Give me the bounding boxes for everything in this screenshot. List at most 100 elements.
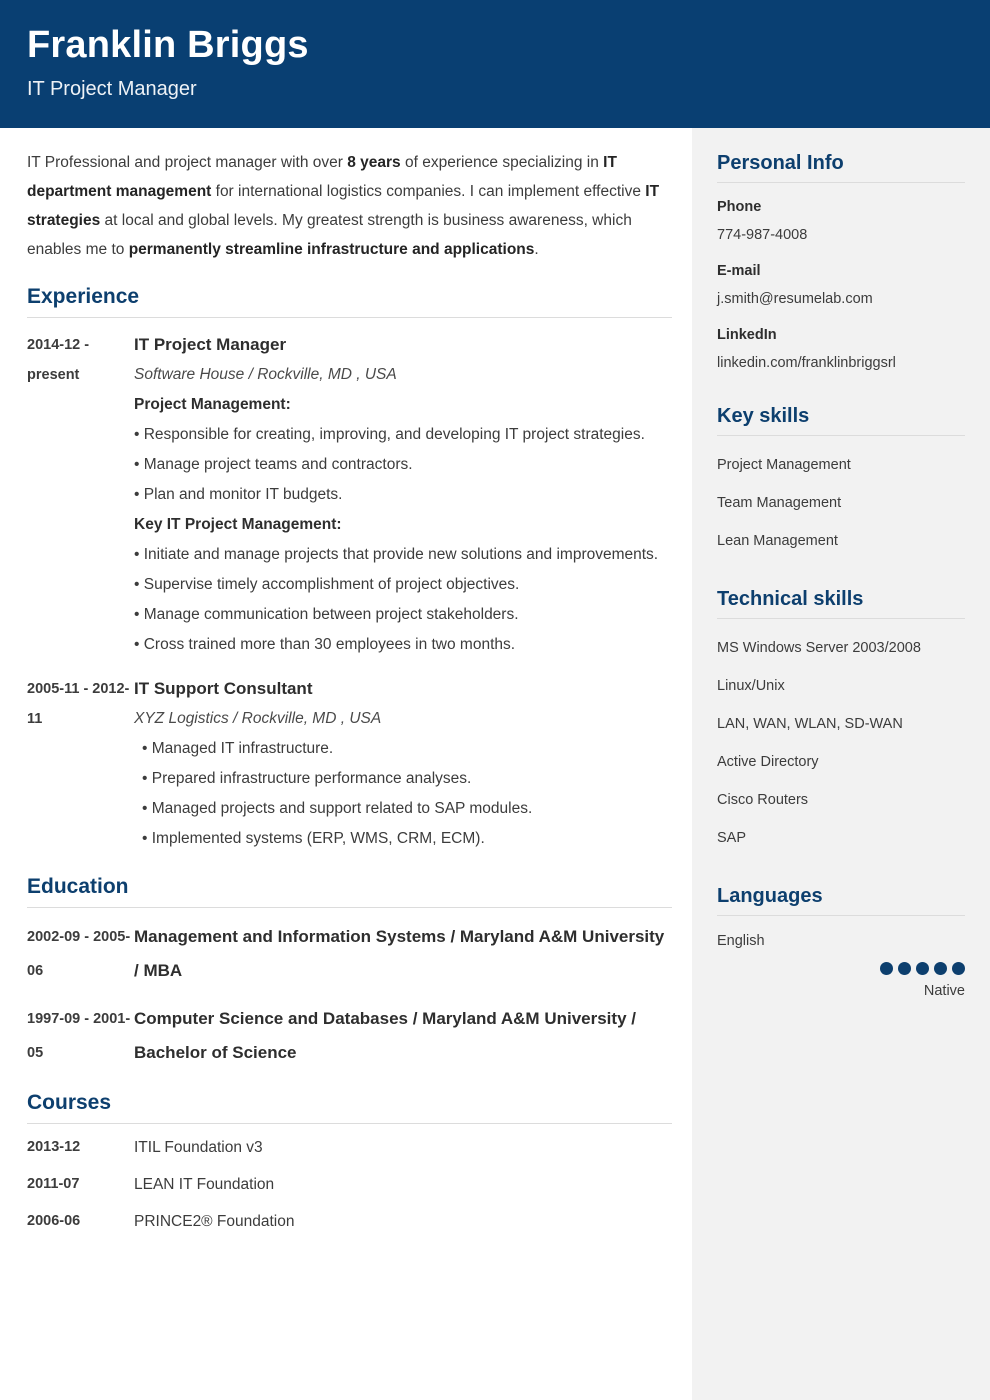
personal-info-field: LinkedIn linkedin.com/franklinbriggsrl — [717, 321, 965, 377]
summary-emphasis: permanently streamline infrastructure an… — [128, 241, 535, 258]
bullet-item: • Managed IT infrastructure. — [142, 740, 334, 757]
language-item: English Native — [717, 926, 965, 1004]
summary-text-run: of experience specializing in — [400, 154, 604, 171]
languages-item-list: English Native — [717, 926, 965, 1004]
entry-date: 1997-09 - 2001-05 — [27, 1011, 131, 1061]
experience-entry-list: 2014-12 - present IT Project Manager Softw… — [27, 330, 672, 854]
entry-date: 2002-09 - 2005-06 — [27, 929, 131, 979]
course-entry: 2006-06 PRINCE2® Foundation — [27, 1210, 672, 1233]
sidebar-divider — [717, 182, 965, 183]
resume-page: Franklin Briggs IT Project Manager IT Pr… — [0, 0, 990, 1400]
entry-body: LEAN IT Foundation — [134, 1173, 672, 1196]
personal-info-value: linkedin.com/franklinbriggsrl — [717, 355, 896, 371]
sidebar-section-languages: Languages English Native — [717, 883, 965, 1004]
key-skill-item: Project Management — [717, 457, 851, 473]
personal-info-field: E-mail j.smith@resumelab.com — [717, 257, 965, 313]
section-courses: Courses 2013-12 ITIL Foundation v3 2011-07… — [27, 1090, 672, 1233]
bullet-item: • Manage project teams and contractors. — [134, 456, 413, 473]
main-column: IT Professional and project manager with… — [0, 128, 692, 1400]
entry-body: Management and Information Systems / Mar… — [134, 920, 672, 988]
entry-body: IT Support Consultant XYZ Logistics / Roc… — [134, 674, 672, 854]
bullet-item: • Cross trained more than 30 employees i… — [134, 636, 516, 653]
resume-header: Franklin Briggs IT Project Manager — [0, 0, 990, 128]
bullet-item: • Supervise timely accomplishment of pro… — [134, 576, 520, 593]
course-name: PRINCE2® Foundation — [134, 1213, 295, 1230]
rating-dot-icon — [898, 962, 911, 975]
language-level: Native — [923, 983, 965, 999]
sidebar-section-personal-info: Personal Info Phone 774-987-4008 E-mail j.s… — [717, 150, 965, 377]
degree-title: Management and Information Systems / Mar… — [134, 927, 665, 980]
courses-entry-list: 2013-12 ITIL Foundation v3 2011-07 LEAN IT … — [27, 1136, 672, 1233]
rating-dot-icon — [952, 962, 965, 975]
education-entry: 1997-09 - 2001-05 Computer Science and Da… — [27, 1002, 672, 1070]
course-entry: 2013-12 ITIL Foundation v3 — [27, 1136, 672, 1159]
course-name: ITIL Foundation v3 — [134, 1139, 263, 1156]
technical-skill-item: MS Windows Server 2003/2008 — [717, 640, 921, 656]
personal-info-label: E-mail — [717, 263, 761, 279]
sidebar-section-key-skills: Key skills Project Management Team Manage… — [717, 403, 965, 560]
experience-entry: 2014-12 - present IT Project Manager Softw… — [27, 330, 672, 660]
technical-skill-item: Active Directory — [717, 754, 819, 770]
personal-info-field: Phone 774-987-4008 — [717, 193, 965, 249]
course-entry: 2011-07 LEAN IT Foundation — [27, 1173, 672, 1196]
rating-dot-icon — [916, 962, 929, 975]
candidate-job-title: IT Project Manager — [27, 78, 197, 100]
sidebar-heading-technical-skills: Technical skills — [717, 588, 864, 610]
bullet-item: • Initiate and manage projects that prov… — [134, 546, 659, 563]
entry-date: 2013-12 — [27, 1139, 81, 1155]
personal-info-label: Phone — [717, 199, 762, 215]
entry-body: ITIL Foundation v3 — [134, 1136, 672, 1159]
summary-text-run: . — [534, 241, 539, 258]
bullet-group-heading: Project Management: — [134, 396, 291, 413]
course-name: LEAN IT Foundation — [134, 1176, 275, 1193]
rating-dot-icon — [880, 962, 893, 975]
bullet-item: • Plan and monitor IT budgets. — [134, 486, 343, 503]
technical-skill-item: SAP — [717, 830, 747, 846]
summary-text-run: for international logistics companies. I… — [211, 183, 646, 200]
personal-info-label: LinkedIn — [717, 327, 777, 343]
key-skills-item-list: Project Management Team Management Lean Ma… — [717, 446, 965, 560]
technical-skill-item: Cisco Routers — [717, 792, 809, 808]
personal-info-value: 774-987-4008 — [717, 227, 808, 243]
technical-skills-item-list: MS Windows Server 2003/2008 Linux/Unix LAN… — [717, 629, 965, 857]
bullet-group-heading: Key IT Project Management: — [134, 516, 342, 533]
entry-date: 2011-07 — [27, 1176, 80, 1192]
section-heading-experience: Experience — [27, 285, 140, 308]
technical-skill-item: LAN, WAN, WLAN, SD-WAN — [717, 716, 903, 732]
section-divider — [27, 317, 672, 318]
bullet-item: • Manage communication between project s… — [134, 606, 519, 623]
sidebar-column: Personal Info Phone 774-987-4008 E-mail j.s… — [692, 128, 990, 1400]
section-heading-education: Education — [27, 875, 129, 898]
bullet-item: • Implemented systems (ERP, WMS, CRM, EC… — [142, 830, 485, 847]
key-skill-item: Lean Management — [717, 533, 838, 549]
sidebar-divider — [717, 618, 965, 619]
entry-date: 2005-11 - 2012-11 — [27, 681, 130, 727]
experience-entry: 2005-11 - 2012-11 IT Support Consultant XY… — [27, 674, 672, 854]
degree-title: Computer Science and Databases / Marylan… — [134, 1009, 636, 1062]
education-entry: 2002-09 - 2005-06 Management and Informat… — [27, 920, 672, 988]
section-experience: Experience 2014-12 - present IT Project M… — [27, 284, 672, 854]
company-location: Software House / Rockville, MD , USA — [134, 366, 397, 383]
section-education: Education 2002-09 - 2005-06 Management an… — [27, 874, 672, 1070]
summary-text-run: IT Professional and project manager with… — [27, 154, 348, 171]
language-rating-dots — [717, 962, 965, 975]
bullet-item: • Responsible for creating, improving, a… — [134, 426, 645, 443]
language-name: English — [717, 933, 765, 949]
bullet-item: • Prepared infrastructure performance an… — [142, 770, 472, 787]
section-heading-courses: Courses — [27, 1091, 112, 1114]
technical-skill-item: Linux/Unix — [717, 678, 785, 694]
entry-date: 2014-12 - present — [27, 337, 90, 383]
company-location: XYZ Logistics / Rockville, MD , USA — [134, 710, 382, 727]
sidebar-heading-personal-info: Personal Info — [717, 152, 844, 174]
entry-body: Computer Science and Databases / Marylan… — [134, 1002, 672, 1070]
personal-info-field-list: Phone 774-987-4008 E-mail j.smith@resumelab… — [717, 193, 965, 377]
sidebar-section-technical-skills: Technical skills MS Windows Server 2003/… — [717, 586, 965, 857]
sidebar-heading-key-skills: Key skills — [717, 405, 810, 427]
summary-emphasis: 8 years — [347, 154, 401, 171]
entry-date: 2006-06 — [27, 1213, 81, 1229]
sidebar-divider — [717, 915, 965, 916]
job-title: IT Project Manager — [134, 335, 287, 354]
sidebar-divider — [717, 435, 965, 436]
education-entry-list: 2002-09 - 2005-06 Management and Informat… — [27, 920, 672, 1070]
candidate-name: Franklin Briggs — [27, 24, 309, 66]
